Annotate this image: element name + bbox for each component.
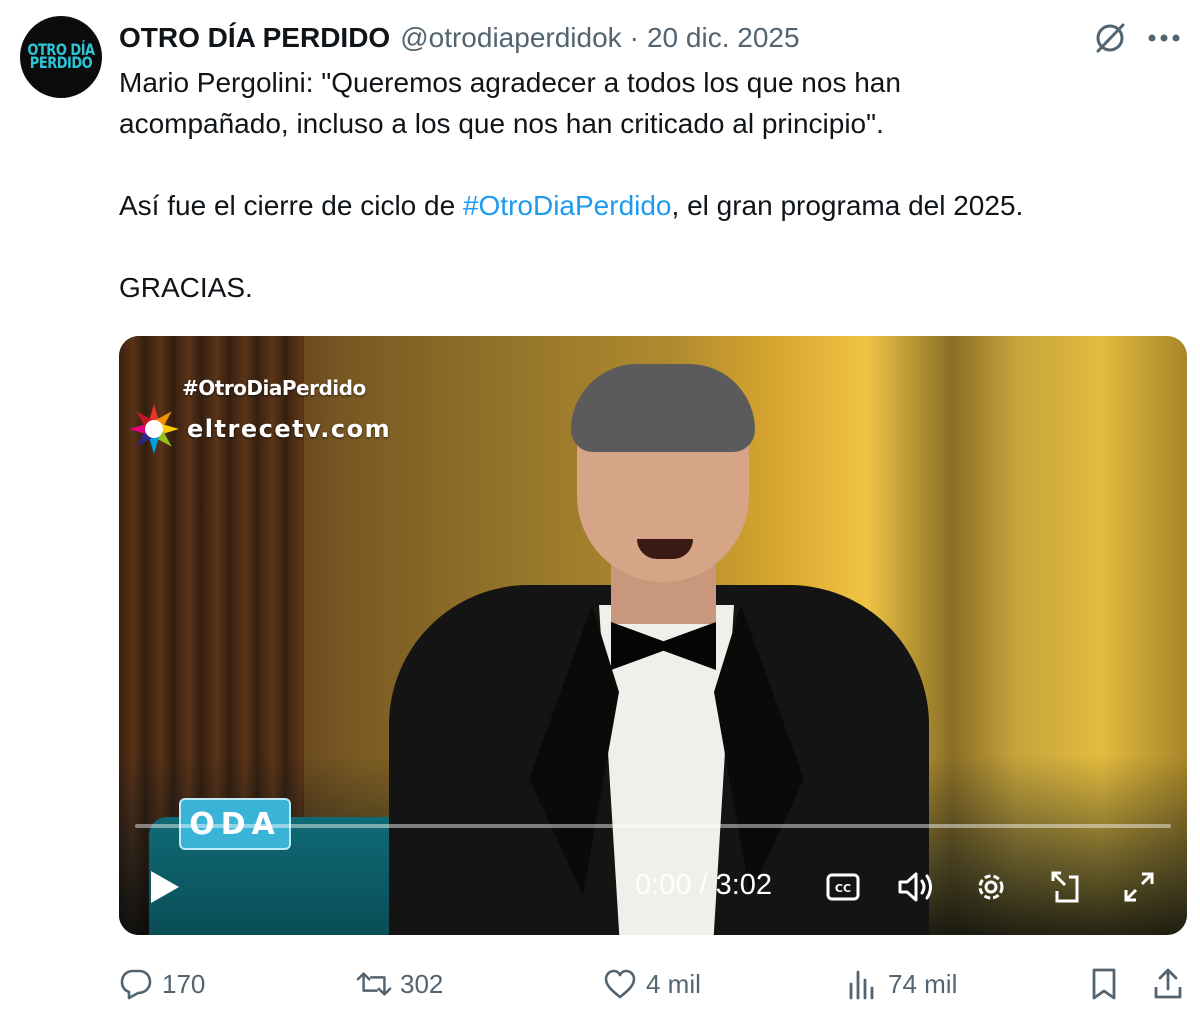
- avatar-text-line2: PERDIDO: [29, 54, 93, 73]
- separator-dot: ·: [629, 22, 639, 53]
- video-overlay-brand: eltrecetv.com: [127, 402, 391, 456]
- reply-button[interactable]: 170: [118, 958, 205, 1010]
- tweet-header: OTRO DÍA PERDIDO @otrodiaperdidok · 20 d…: [119, 20, 800, 56]
- text-line: acompañado, incluso a los que nos han cr…: [119, 108, 884, 139]
- video-player[interactable]: ODA #OtroDiaPerdido eltrecetv.com 0:00 /…: [119, 336, 1187, 935]
- fullscreen-button[interactable]: [1119, 867, 1159, 907]
- repost-icon: [356, 966, 392, 1002]
- eltrece-sun-logo-icon: [129, 404, 179, 454]
- play-button[interactable]: [145, 867, 185, 907]
- like-button[interactable]: 4 mil: [602, 958, 701, 1010]
- repost-button[interactable]: 302: [356, 958, 443, 1010]
- video-time: 0:00 / 3:02: [635, 869, 773, 901]
- text-line: GRACIAS.: [119, 272, 253, 303]
- like-count: 4 mil: [646, 968, 701, 999]
- analytics-icon: [844, 966, 880, 1002]
- video-controls: 0:00 / 3:02 CC: [119, 835, 1187, 935]
- hashtag-link[interactable]: #OtroDiaPerdido: [463, 190, 672, 221]
- grok-icon[interactable]: [1090, 18, 1130, 58]
- reply-count: 170: [162, 968, 206, 999]
- views-button[interactable]: 74 mil: [844, 958, 957, 1010]
- reply-icon: [118, 966, 154, 1002]
- header-actions: [1090, 18, 1184, 58]
- settings-button[interactable]: [971, 867, 1011, 907]
- video-overlay-brand-text: eltrecetv.com: [187, 415, 392, 443]
- volume-button[interactable]: [897, 867, 937, 907]
- text-segment: , el gran programa del 2025.: [671, 190, 1024, 221]
- more-icon[interactable]: [1144, 18, 1184, 58]
- repost-count: 302: [400, 968, 444, 999]
- svg-text:CC: CC: [835, 882, 851, 895]
- play-icon: [151, 871, 179, 903]
- bookmark-button[interactable]: [1086, 958, 1122, 1010]
- heart-icon: [602, 966, 638, 1002]
- settings-gear-icon: [978, 874, 1004, 900]
- closed-captions-button[interactable]: CC: [823, 867, 863, 907]
- video-progress-bar[interactable]: [135, 824, 1171, 828]
- display-name[interactable]: OTRO DÍA PERDIDO: [119, 22, 390, 54]
- dock-video-button[interactable]: [1045, 867, 1085, 907]
- text-segment: Así fue el cierre de ciclo de: [119, 190, 463, 221]
- tweet-text: Mario Pergolini: "Queremos agradecer a t…: [119, 62, 1179, 308]
- text-line: Así fue el cierre de ciclo de #OtroDiaPe…: [119, 185, 1179, 226]
- tweet-actions: 170 302 4 mil 74 mil: [0, 958, 1200, 1010]
- tweet[interactable]: OTRO DÍA PERDIDO OTRO DÍA PERDIDO @otrod…: [0, 0, 1200, 1021]
- bookmark-icon: [1086, 966, 1122, 1002]
- user-handle[interactable]: @otrodiaperdidok: [400, 22, 621, 54]
- view-count: 74 mil: [888, 968, 958, 999]
- text-line: Mario Pergolini: "Queremos agradecer a t…: [119, 67, 901, 98]
- tweet-date[interactable]: 20 dic. 2025: [647, 22, 800, 54]
- fullscreen-icon: [1124, 872, 1154, 902]
- closed-captions-icon: CC: [826, 873, 860, 901]
- share-button[interactable]: [1150, 958, 1186, 1010]
- volume-icon: [898, 872, 932, 902]
- share-icon: [1150, 966, 1186, 1002]
- video-overlay-hashtag: #OtroDiaPerdido: [182, 376, 366, 400]
- picture-in-picture-icon: [1051, 871, 1079, 903]
- avatar[interactable]: OTRO DÍA PERDIDO: [20, 16, 102, 98]
